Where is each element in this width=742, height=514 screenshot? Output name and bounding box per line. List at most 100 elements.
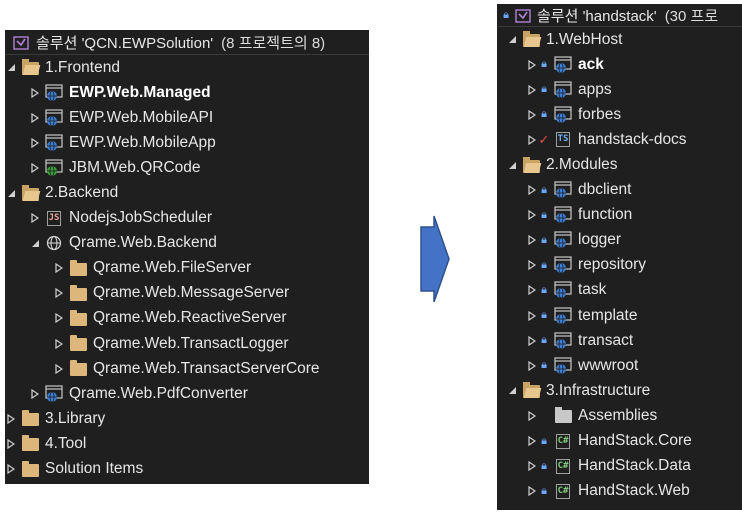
folder-icon bbox=[68, 360, 88, 378]
tree-item-2-backend[interactable]: 2.Backend bbox=[5, 180, 369, 205]
web-project-green-icon bbox=[44, 159, 64, 177]
tree-item-forbes[interactable]: 🔒︎ forbes bbox=[497, 102, 742, 127]
tree-item-repository[interactable]: 🔒︎ repository bbox=[497, 253, 742, 278]
tree-item-label: Solution Items bbox=[45, 460, 144, 478]
expanded-arrow-icon[interactable] bbox=[5, 189, 17, 198]
tree-item-assemblies[interactable]: Assemblies bbox=[497, 403, 742, 428]
tree-item-nodejsjobscheduler[interactable]: JS NodejsJobScheduler bbox=[5, 206, 369, 231]
tree-item-qrame-web-backend[interactable]: Qrame.Web.Backend bbox=[5, 231, 369, 256]
left-tree: 1.Frontend EWP.Web.Managed EWP.Web.MobileA… bbox=[5, 55, 369, 482]
tree-item-handstack-data[interactable]: 🔒︎ C# HandStack.Data bbox=[497, 454, 742, 479]
tree-item-qrame-web-reactiveserver[interactable]: Qrame.Web.ReactiveServer bbox=[5, 306, 369, 331]
tree-item-3-infrastructure[interactable]: 3.Infrastructure bbox=[497, 378, 742, 403]
tree-item-1-frontend[interactable]: 1.Frontend bbox=[5, 55, 369, 80]
collapsed-arrow-icon[interactable] bbox=[526, 109, 538, 120]
expanded-arrow-icon[interactable] bbox=[506, 161, 518, 170]
collapsed-arrow-icon[interactable] bbox=[526, 436, 538, 447]
tree-item-function[interactable]: 🔒︎ function bbox=[497, 203, 742, 228]
collapsed-arrow-icon[interactable] bbox=[53, 313, 65, 324]
tree-item-handstack-docs[interactable]: ✓ TS handstack-docs bbox=[497, 127, 742, 152]
tree-item-label: transact bbox=[578, 331, 634, 349]
tree-item-wwwroot[interactable]: 🔒︎ wwwroot bbox=[497, 353, 742, 378]
js-file-icon: JS bbox=[44, 209, 64, 227]
tree-item-qrame-web-pdfconverter[interactable]: Qrame.Web.PdfConverter bbox=[5, 381, 369, 406]
collapsed-arrow-icon[interactable] bbox=[29, 162, 41, 173]
collapsed-arrow-icon[interactable] bbox=[5, 464, 17, 475]
tree-item-dbclient[interactable]: 🔒︎ dbclient bbox=[497, 178, 742, 203]
lock-icon: 🔒︎ bbox=[541, 208, 547, 221]
tree-item-label: forbes bbox=[578, 105, 622, 123]
tree-item-qrame-web-messageserver[interactable]: Qrame.Web.MessageServer bbox=[5, 281, 369, 306]
collapsed-arrow-icon[interactable] bbox=[29, 213, 41, 224]
collapsed-arrow-icon[interactable] bbox=[5, 438, 17, 449]
expanded-arrow-icon[interactable] bbox=[5, 63, 17, 72]
lock-icon: 🔒︎ bbox=[541, 359, 547, 372]
tree-item-3-library[interactable]: 3.Library bbox=[5, 406, 369, 431]
tree-item-label: HandStack.Data bbox=[578, 457, 691, 475]
tree-item-label: Qrame.Web.PdfConverter bbox=[69, 384, 248, 402]
tree-item-label: EWP.Web.MobileApp bbox=[69, 133, 216, 151]
expanded-arrow-icon[interactable] bbox=[506, 35, 518, 44]
web-project-icon bbox=[553, 181, 573, 199]
collapsed-arrow-icon[interactable] bbox=[29, 87, 41, 98]
collapsed-arrow-icon[interactable] bbox=[526, 461, 538, 472]
collapsed-arrow-icon[interactable] bbox=[526, 185, 538, 196]
tree-item-ewp-web-mobileapp[interactable]: EWP.Web.MobileApp bbox=[5, 130, 369, 155]
collapsed-arrow-icon[interactable] bbox=[526, 486, 538, 497]
collapsed-arrow-icon[interactable] bbox=[526, 310, 538, 321]
collapsed-arrow-icon[interactable] bbox=[53, 363, 65, 374]
web-project-icon bbox=[553, 306, 573, 325]
right-solution-explorer: 🔒︎ 솔루션 'handstack' (30 프로 1.WebHost 🔒︎ ack… bbox=[497, 4, 742, 510]
tree-item-task[interactable]: 🔒︎ task bbox=[497, 278, 742, 303]
collapsed-arrow-icon[interactable] bbox=[53, 288, 65, 299]
collapsed-arrow-icon[interactable] bbox=[526, 335, 538, 346]
tree-item-label: 3.Infrastructure bbox=[546, 381, 651, 399]
lock-icon: 🔒︎ bbox=[541, 108, 547, 121]
tree-item-1-webhost[interactable]: 1.WebHost bbox=[497, 27, 742, 52]
tree-item-solution-items[interactable]: Solution Items bbox=[5, 457, 369, 482]
tree-item-apps[interactable]: 🔒︎ apps bbox=[497, 77, 742, 102]
tree-item-qrame-web-fileserver[interactable]: Qrame.Web.FileServer bbox=[5, 256, 369, 281]
web-project-icon bbox=[44, 134, 64, 152]
tree-item-qrame-web-transactlogger[interactable]: Qrame.Web.TransactLogger bbox=[5, 331, 369, 356]
tree-item-label: Qrame.Web.Backend bbox=[69, 234, 217, 252]
tree-item-logger[interactable]: 🔒︎ logger bbox=[497, 228, 742, 253]
collapsed-arrow-icon[interactable] bbox=[526, 84, 538, 95]
collapsed-arrow-icon[interactable] bbox=[526, 260, 538, 271]
right-solution-header[interactable]: 🔒︎ 솔루션 'handstack' (30 프로 bbox=[497, 4, 742, 27]
collapsed-arrow-icon[interactable] bbox=[53, 263, 65, 274]
tree-item-qrame-web-transactservercore[interactable]: Qrame.Web.TransactServerCore bbox=[5, 356, 369, 381]
tree-item-4-tool[interactable]: 4.Tool bbox=[5, 431, 369, 456]
collapsed-arrow-icon[interactable] bbox=[53, 338, 65, 349]
tree-item-handstack-core[interactable]: 🔒︎ C# HandStack.Core bbox=[497, 429, 742, 454]
collapsed-arrow-icon[interactable] bbox=[526, 210, 538, 221]
collapsed-arrow-icon[interactable] bbox=[526, 285, 538, 296]
collapsed-arrow-icon[interactable] bbox=[526, 134, 538, 145]
collapsed-arrow-icon[interactable] bbox=[29, 137, 41, 148]
tree-item-ewp-web-mobileapi[interactable]: EWP.Web.MobileAPI bbox=[5, 105, 369, 130]
left-solution-header[interactable]: 솔루션 'QCN.EWPSolution' (8 프로젝트의 8) bbox=[5, 30, 369, 55]
collapsed-arrow-icon[interactable] bbox=[526, 410, 538, 421]
collapsed-arrow-icon[interactable] bbox=[29, 112, 41, 123]
lock-icon: 🔒︎ bbox=[541, 283, 547, 296]
tree-item-label: Qrame.Web.FileServer bbox=[93, 259, 252, 277]
tree-item-label: wwwroot bbox=[578, 356, 639, 374]
tree-item-jbm-web-qrcode[interactable]: JBM.Web.QRCode bbox=[5, 155, 369, 180]
tree-item-2-modules[interactable]: 2.Modules bbox=[497, 152, 742, 177]
tree-item-ack[interactable]: 🔒︎ ack bbox=[497, 52, 742, 77]
collapsed-arrow-icon[interactable] bbox=[526, 360, 538, 371]
expanded-arrow-icon[interactable] bbox=[29, 239, 41, 248]
tree-item-handstack-web[interactable]: 🔒︎ C# HandStack.Web bbox=[497, 479, 742, 504]
right-tree: 1.WebHost 🔒︎ ack 🔒︎ apps 🔒︎ forbes ✓ TS handstack… bbox=[497, 27, 742, 504]
collapsed-arrow-icon[interactable] bbox=[526, 235, 538, 246]
collapsed-arrow-icon[interactable] bbox=[526, 59, 538, 70]
tree-item-label: 2.Backend bbox=[45, 184, 119, 202]
tree-item-transact[interactable]: 🔒︎ transact bbox=[497, 328, 742, 353]
collapsed-arrow-icon[interactable] bbox=[29, 388, 41, 399]
expanded-arrow-icon[interactable] bbox=[506, 386, 518, 395]
globe-icon bbox=[44, 234, 64, 252]
web-project-icon bbox=[553, 56, 573, 74]
collapsed-arrow-icon[interactable] bbox=[5, 413, 17, 424]
tree-item-template[interactable]: 🔒︎ template bbox=[497, 303, 742, 328]
tree-item-ewp-web-managed[interactable]: EWP.Web.Managed bbox=[5, 80, 369, 105]
